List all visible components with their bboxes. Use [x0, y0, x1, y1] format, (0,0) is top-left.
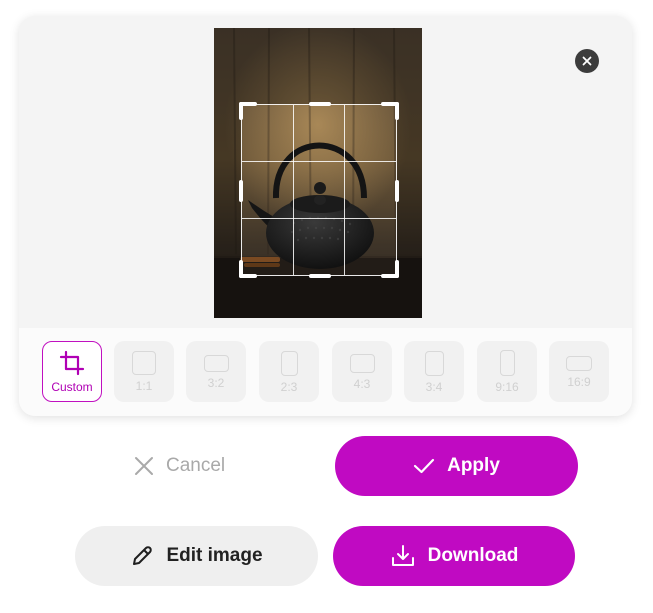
- crop-dim-left: [214, 104, 241, 276]
- crop-dim-bottom: [214, 276, 422, 318]
- close-icon: [582, 56, 592, 66]
- ratio-option-9-16[interactable]: 9:16: [477, 341, 537, 402]
- crop-card: Custom 1:1 3:2 2:3 4:3 3:4 9:16 16:9: [19, 16, 632, 416]
- ratio-label: 3:2: [207, 375, 225, 390]
- crop-handle-top-right[interactable]: [395, 102, 399, 120]
- download-icon: [391, 545, 414, 566]
- landscape-ratio-icon: [203, 354, 229, 372]
- ratio-option-custom[interactable]: Custom: [42, 341, 102, 402]
- apply-label: Apply: [447, 455, 500, 476]
- edit-image-label: Edit image: [166, 545, 263, 566]
- crop-selection-box[interactable]: [239, 102, 399, 278]
- ratio-label: Custom: [51, 380, 93, 394]
- edit-image-button[interactable]: Edit image: [75, 526, 318, 586]
- crop-handle-bottom-right[interactable]: [395, 260, 399, 278]
- ratio-label: 1:1: [135, 379, 153, 393]
- cancel-label: Cancel: [166, 455, 226, 476]
- ratio-label: 9:16: [495, 380, 519, 394]
- square-ratio-icon: [132, 351, 156, 375]
- landscape-ratio-icon: [349, 353, 375, 373]
- portrait-ratio-icon: [280, 350, 298, 376]
- ratio-option-4-3[interactable]: 4:3: [332, 341, 392, 402]
- crop-handle-top-left[interactable]: [239, 102, 243, 120]
- crop-grid-line: [293, 105, 294, 275]
- crop-grid-line: [344, 105, 345, 275]
- apply-button[interactable]: Apply: [335, 436, 578, 496]
- pencil-icon: [133, 546, 153, 565]
- image-preview-area: [19, 16, 632, 328]
- ratio-label: 3:4: [425, 379, 443, 394]
- image-canvas: [214, 28, 422, 318]
- ratio-option-3-4[interactable]: 3:4: [404, 341, 464, 402]
- crop-dim-top: [214, 28, 422, 104]
- crop-handle-top[interactable]: [309, 102, 331, 106]
- crop-grid-line: [242, 218, 396, 219]
- crop-dim-right: [397, 104, 422, 276]
- aspect-ratio-toolbar: Custom 1:1 3:2 2:3 4:3 3:4 9:16 16:9: [19, 328, 632, 416]
- crop-handle-right[interactable]: [395, 180, 399, 202]
- crop-grid-line: [242, 161, 396, 162]
- ratio-option-1-1[interactable]: 1:1: [114, 341, 174, 402]
- download-label: Download: [427, 545, 519, 566]
- close-icon: [135, 457, 153, 475]
- tall-portrait-ratio-icon: [499, 350, 515, 376]
- ratio-option-3-2[interactable]: 3:2: [186, 341, 246, 402]
- crop-handle-bottom[interactable]: [309, 274, 331, 278]
- ratio-option-2-3[interactable]: 2:3: [259, 341, 319, 402]
- download-button[interactable]: Download: [333, 526, 575, 586]
- crop-dialog: Custom 1:1 3:2 2:3 4:3 3:4 9:16 16:9 Can…: [0, 0, 653, 613]
- close-button[interactable]: [575, 49, 599, 73]
- ratio-label: 16:9: [567, 374, 591, 389]
- ratio-label: 2:3: [280, 379, 298, 394]
- checkmark-icon: [414, 458, 435, 474]
- wide-landscape-ratio-icon: [566, 355, 592, 371]
- cancel-button[interactable]: Cancel: [134, 436, 254, 496]
- crop-handle-bottom-left[interactable]: [239, 260, 243, 278]
- portrait-ratio-icon: [424, 350, 444, 376]
- ratio-label: 4:3: [353, 376, 371, 391]
- crop-icon: [59, 350, 85, 376]
- crop-handle-left[interactable]: [239, 180, 243, 202]
- ratio-option-16-9[interactable]: 16:9: [549, 341, 609, 402]
